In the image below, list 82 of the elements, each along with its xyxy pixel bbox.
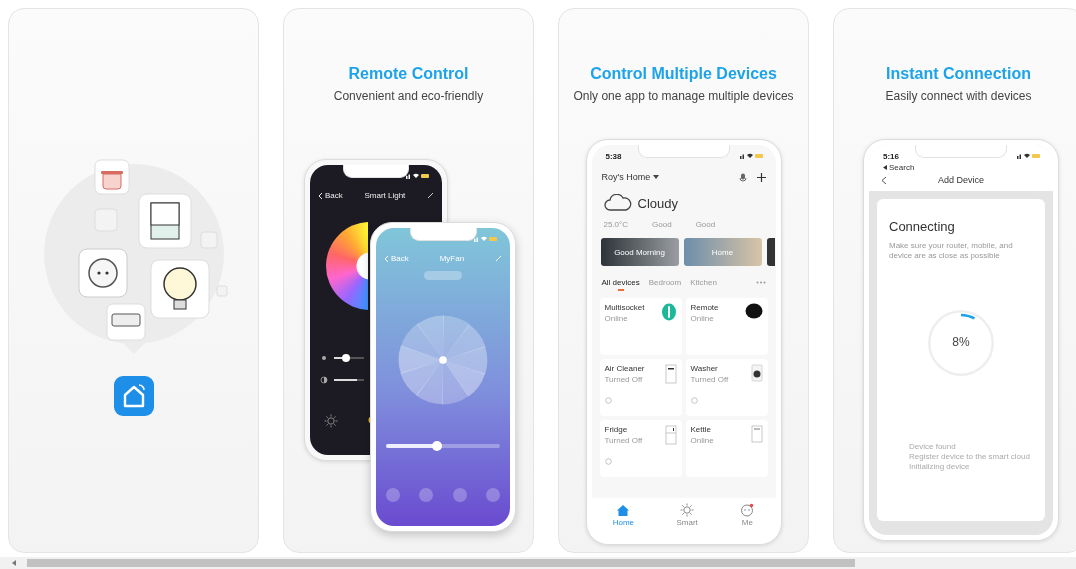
sun-icon (324, 414, 338, 428)
device-status: Turned Off (690, 374, 729, 384)
scroll-left-icon[interactable] (12, 560, 17, 566)
log-line: Initializing device (909, 461, 971, 471)
device-card[interactable]: Kettle Online (685, 419, 768, 477)
device-card[interactable]: Remote Online (685, 297, 768, 355)
slider-thumb[interactable] (342, 354, 350, 362)
horizontal-scrollbar[interactable] (0, 557, 1076, 569)
status-time: 5:38 (605, 151, 622, 161)
device-status: Online (690, 435, 714, 445)
contrast-icon (320, 376, 328, 384)
room-tab[interactable]: All devices (601, 278, 640, 291)
slider-thumb[interactable] (432, 441, 443, 451)
card-title: Instant Connection (885, 65, 1032, 83)
caret-icon[interactable] (653, 175, 660, 179)
back-icon[interactable] (881, 175, 887, 185)
device-name: Fridge (604, 424, 629, 434)
device-name: Air Cleaner (604, 363, 645, 373)
device-name: Remote (690, 302, 719, 312)
device-status: Online (604, 313, 629, 323)
edit-icon[interactable] (427, 192, 434, 199)
status-icons (406, 173, 430, 179)
tab-bar-item[interactable]: Me (740, 503, 755, 527)
sun-icon (680, 503, 695, 517)
status-time: 5:16 (883, 151, 899, 161)
back-arrow-icon[interactable] (883, 165, 887, 170)
socket-icon (660, 302, 677, 321)
phone-notch (343, 165, 409, 178)
back-link[interactable]: Back (325, 191, 343, 200)
weather-stat: Good (652, 220, 672, 229)
back-link[interactable]: Search (889, 163, 915, 172)
progress-reading: 8% (951, 334, 971, 349)
device-status: Turned Off (604, 374, 644, 384)
chevron-icon[interactable] (318, 191, 323, 200)
card-subtitle: Easily connect with devices (884, 89, 1033, 103)
card-subtitle: Only one app to manage multiple devices (572, 89, 795, 103)
kettle-icon (750, 424, 763, 443)
log-line: Register device to the smart cloud (909, 451, 1031, 461)
phone-notch (409, 228, 477, 241)
weather-stat: Good (695, 220, 716, 229)
profile-icon (740, 503, 755, 517)
more-icon[interactable] (755, 281, 766, 284)
device-card[interactable]: Air Cleaner Turned Off (599, 358, 682, 416)
weather-stat: 25.0°C (603, 220, 629, 229)
purifier-icon (664, 363, 677, 384)
brightness-icon (320, 354, 328, 362)
scrollbar-thumb[interactable] (27, 559, 855, 567)
add-icon[interactable] (756, 172, 766, 182)
device-card[interactable]: Multisocket Online (599, 297, 682, 355)
slider-track[interactable] (386, 444, 500, 448)
status-icons (1017, 153, 1041, 159)
status-icons (474, 236, 498, 242)
home-selector[interactable]: Roy's Home (601, 172, 651, 182)
screen-title: Add Device (938, 175, 984, 185)
status-icons (739, 153, 764, 159)
app-logo-icon (113, 376, 154, 416)
card-subtitle: Convenient and eco-friendly (332, 89, 485, 103)
device-name: Washer (690, 363, 719, 373)
screen-title: MyFan (439, 254, 465, 263)
device-card[interactable]: Fridge Turned Off (599, 419, 682, 477)
remote-icon (744, 302, 763, 319)
fridge-icon (664, 424, 677, 445)
hint-text: Make sure your router, mobile, and device are as close as possible (889, 241, 1014, 262)
washer-icon (750, 363, 763, 382)
card-title: Remote Control (347, 65, 470, 83)
device-name: Kettle (690, 424, 712, 434)
tab-bar-item[interactable]: Home (612, 503, 635, 527)
cloud-icon (603, 194, 632, 212)
tab-bar-item[interactable]: Smart (676, 503, 698, 527)
screen-title: Smart Light (364, 191, 406, 200)
home-icon (616, 503, 631, 517)
device-card[interactable]: Washer Turned Off (685, 358, 768, 416)
card-title: Control Multiple Devices (589, 65, 778, 83)
device-status: Turned Off (604, 435, 643, 445)
scene-card[interactable]: Good Morning (600, 238, 679, 266)
status-heading: Connecting (889, 219, 956, 234)
microphone-icon[interactable] (738, 172, 747, 182)
log-line: Device found (909, 441, 957, 451)
scene-card[interactable] (766, 238, 775, 266)
device-name: Multisocket (604, 302, 645, 312)
weather-label: Cloudy (637, 195, 678, 211)
device-status: Online (690, 313, 715, 323)
